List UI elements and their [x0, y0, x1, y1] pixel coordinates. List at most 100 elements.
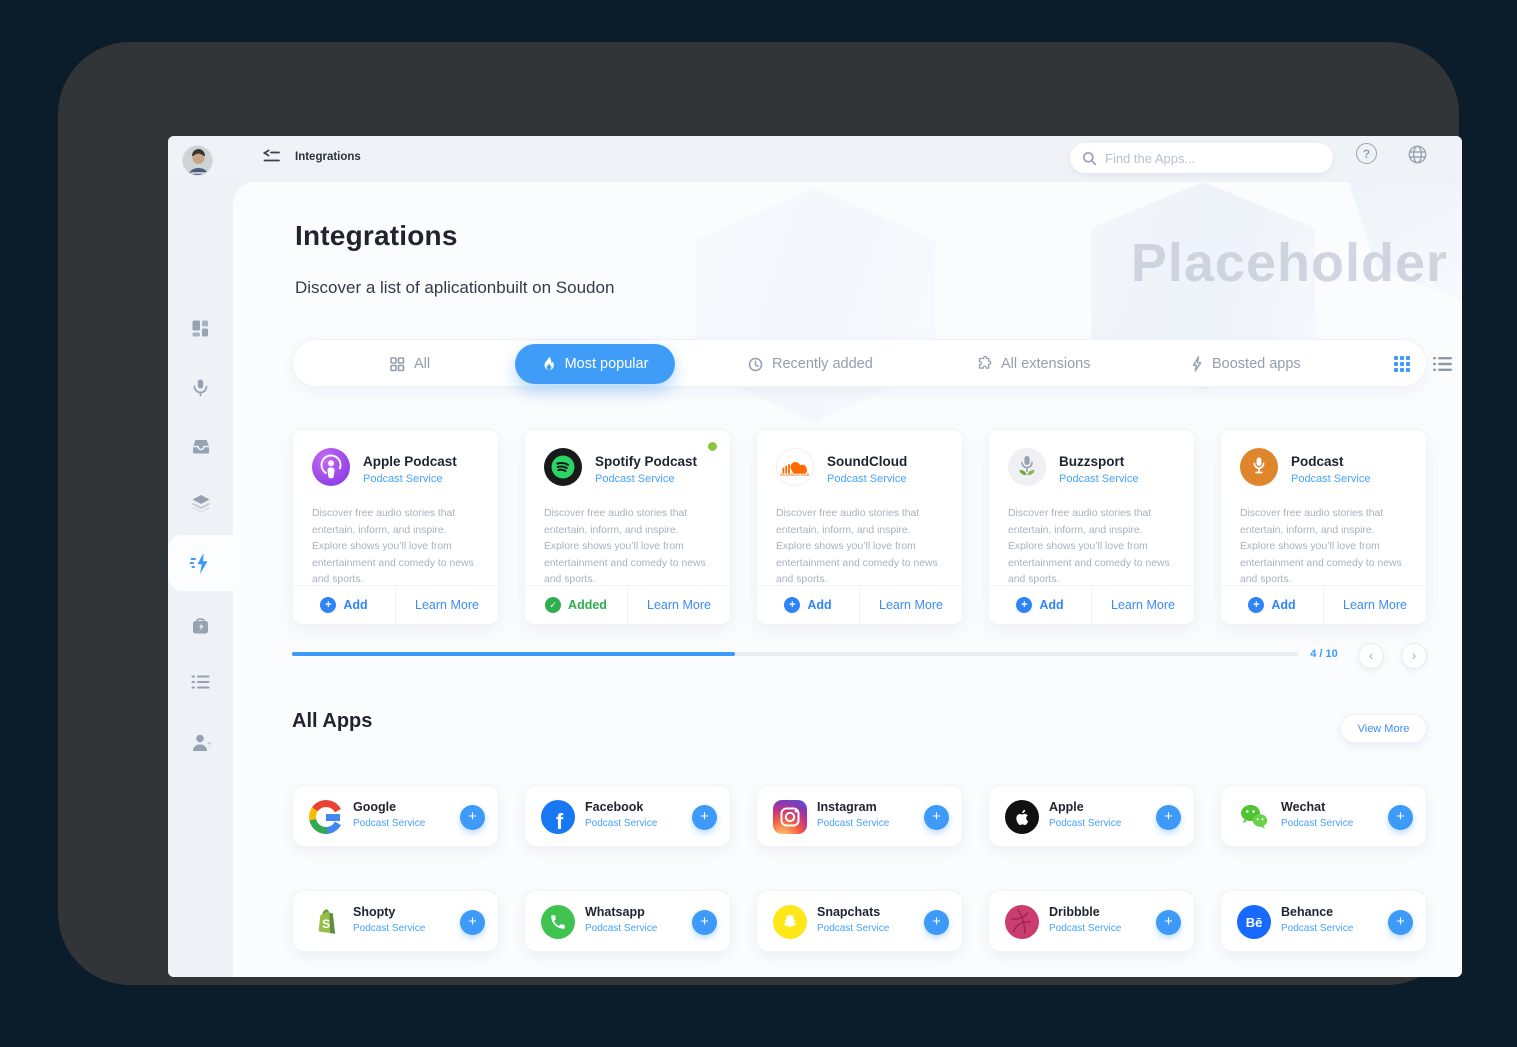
app-category-link[interactable]: Podcast Service: [595, 473, 674, 485]
card-soundcloud[interactable]: SOUNDCLOUD SoundCloud Podcast Service Di…: [756, 429, 963, 625]
add-app-button[interactable]: +: [692, 910, 717, 935]
app-category-link[interactable]: Podcast Service: [1049, 818, 1121, 829]
learn-more-button[interactable]: Learn More: [1091, 586, 1194, 624]
tab-boosted-apps[interactable]: Boosted apps: [1191, 340, 1301, 388]
app-tile-snapchats[interactable]: Snapchats Podcast Service +: [756, 890, 963, 952]
learn-more-button[interactable]: Learn More: [859, 586, 962, 624]
add-button[interactable]: + Add: [293, 586, 395, 624]
add-button[interactable]: + Add: [989, 586, 1091, 624]
filter-bar: All Most popular Recently added All exte…: [292, 339, 1452, 388]
tab-label: All: [414, 356, 431, 372]
card-apple-podcast[interactable]: Apple Podcast Podcast Service Discover f…: [292, 429, 499, 625]
sidebar-item-playlist[interactable]: [168, 660, 233, 704]
sidebar-item-layers[interactable]: [168, 481, 233, 525]
view-more-button[interactable]: View More: [1340, 714, 1427, 743]
next-page-button[interactable]: ›: [1401, 643, 1427, 669]
app-category-link[interactable]: Podcast Service: [585, 818, 657, 829]
card-footer: + Add Learn More: [757, 585, 962, 624]
search-input[interactable]: [1105, 150, 1321, 166]
app-category-link[interactable]: Podcast Service: [353, 923, 425, 934]
added-button[interactable]: ✓ Added: [525, 586, 627, 624]
card-footer: + Add Learn More: [989, 585, 1194, 624]
learn-more-button[interactable]: Learn More: [627, 586, 730, 624]
add-label: Add: [1271, 598, 1296, 612]
app-tile-behance[interactable]: Bē Behance Podcast Service +: [1220, 890, 1427, 952]
app-category-link[interactable]: Podcast Service: [363, 473, 442, 485]
app-category-link[interactable]: Podcast Service: [827, 473, 906, 485]
facebook-f: f: [555, 808, 564, 834]
search-bar[interactable]: [1070, 143, 1333, 173]
add-app-button[interactable]: +: [1156, 910, 1181, 935]
plus-icon: +: [468, 913, 477, 930]
app-category-link[interactable]: Podcast Service: [1281, 923, 1353, 934]
add-app-button[interactable]: +: [460, 910, 485, 935]
learn-more-button[interactable]: Learn More: [1323, 586, 1426, 624]
globe-icon[interactable]: [1406, 143, 1428, 165]
app-category-link[interactable]: Podcast Service: [817, 818, 889, 829]
app-tile-whatsapp[interactable]: Whatsapp Podcast Service +: [524, 890, 731, 952]
sidebar-item-toolbox[interactable]: [168, 604, 233, 648]
add-button[interactable]: + Add: [1221, 586, 1323, 624]
plus-icon: +: [700, 913, 709, 930]
app-tile-shopty[interactable]: S Shopty Podcast Service +: [292, 890, 499, 952]
app-category-link[interactable]: Podcast Service: [1291, 473, 1370, 485]
add-app-button[interactable]: +: [1388, 805, 1413, 830]
app-tile-apple[interactable]: Apple Podcast Service +: [988, 785, 1195, 847]
add-app-button[interactable]: +: [1156, 805, 1181, 830]
app-tile-facebook[interactable]: f Facebook Podcast Service +: [524, 785, 731, 847]
plus-icon: +: [1164, 808, 1173, 825]
page-count: 4 / 10: [1310, 648, 1338, 660]
help-icon[interactable]: ?: [1356, 143, 1377, 164]
account-icon: [190, 732, 212, 753]
page-title: Integrations: [295, 220, 458, 251]
card-podcast[interactable]: Podcast Podcast Service Discover free au…: [1220, 429, 1427, 625]
add-app-button[interactable]: +: [1388, 910, 1413, 935]
add-app-button[interactable]: +: [460, 805, 485, 830]
app-category-link[interactable]: Podcast Service: [1049, 923, 1121, 934]
app-category-link[interactable]: Podcast Service: [1059, 473, 1138, 485]
tab-most-popular[interactable]: Most popular: [515, 344, 675, 384]
tab-all-extensions[interactable]: All extensions: [976, 340, 1090, 388]
app-tile-dribbble[interactable]: Dribbble Podcast Service +: [988, 890, 1195, 952]
tab-all[interactable]: All: [389, 340, 430, 388]
plus-icon: +: [1396, 913, 1405, 930]
carousel-progress-fill: [292, 652, 735, 656]
tab-label: Most popular: [564, 356, 649, 372]
add-app-button[interactable]: +: [924, 910, 949, 935]
learn-more-button[interactable]: Learn More: [395, 586, 498, 624]
user-avatar[interactable]: [182, 145, 213, 176]
card-spotify-podcast[interactable]: Spotify Podcast Podcast Service Discover…: [524, 429, 731, 625]
app-tile-google[interactable]: Google Podcast Service +: [292, 785, 499, 847]
add-button[interactable]: + Add: [757, 586, 859, 624]
add-label: Add: [1039, 598, 1064, 612]
plus-icon: +: [1396, 808, 1405, 825]
collapse-sidebar-icon[interactable]: [261, 148, 281, 164]
plus-circle-icon: +: [784, 597, 801, 613]
card-buzzsport[interactable]: Buzzsport Podcast Service Discover free …: [988, 429, 1195, 625]
add-app-button[interactable]: +: [924, 805, 949, 830]
app-category-link[interactable]: Podcast Service: [817, 923, 889, 934]
add-app-button[interactable]: +: [692, 805, 717, 830]
learn-more-label: Learn More: [879, 598, 943, 612]
sidebar-item-inbox[interactable]: [168, 424, 233, 468]
tab-recently-added[interactable]: Recently added: [748, 340, 873, 388]
sidebar-item-integrations-active[interactable]: [168, 541, 233, 585]
soundcloud-caption: SOUNDCLOUD: [780, 472, 810, 477]
app-tile-wechat[interactable]: Wechat Podcast Service +: [1220, 785, 1427, 847]
top-bar: Integrations ?: [168, 136, 1462, 180]
grid-view-icon[interactable]: [1393, 355, 1412, 373]
app-category-link[interactable]: Podcast Service: [353, 818, 425, 829]
app-tile-instagram[interactable]: Instagram Podcast Service +: [756, 785, 963, 847]
app-category-link[interactable]: Podcast Service: [585, 923, 657, 934]
carousel-progress-track[interactable]: [292, 652, 1298, 656]
sidebar-item-account[interactable]: [168, 720, 233, 764]
list-view-icon[interactable]: [1433, 355, 1452, 373]
sidebar-item-dashboard[interactable]: [168, 306, 233, 350]
shopty-logo: S: [309, 905, 343, 939]
clock-icon: [748, 357, 763, 372]
app-description: Discover free audio stories that enterta…: [544, 508, 706, 585]
add-label: Add: [343, 598, 368, 612]
prev-page-button[interactable]: ‹: [1358, 643, 1384, 669]
app-category-link[interactable]: Podcast Service: [1281, 818, 1353, 829]
sidebar-item-recordings[interactable]: [168, 365, 233, 409]
